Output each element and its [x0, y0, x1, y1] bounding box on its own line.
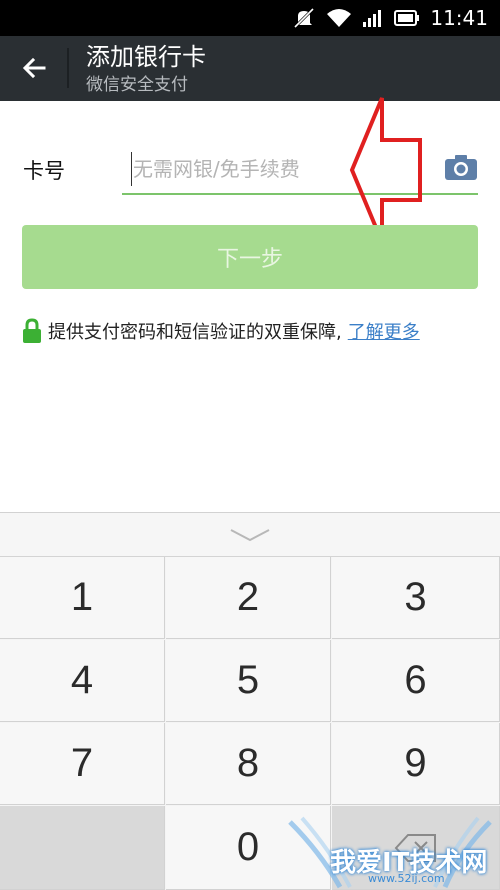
security-text: 提供支付密码和短信验证的双重保障,	[48, 322, 342, 343]
title-bar: 添加银行卡 微信安全支付	[0, 36, 500, 101]
signal-icon	[363, 10, 382, 27]
security-note: 提供支付密码和短信验证的双重保障, 了解更多	[22, 318, 420, 344]
key-8[interactable]: 8	[166, 723, 331, 805]
key-7[interactable]: 7	[0, 723, 165, 805]
key-5[interactable]: 5	[166, 640, 331, 722]
numeric-keyboard: 1 2 3 4 5 6 7 8 9 0	[0, 512, 500, 890]
card-number-label: 卡号	[23, 159, 65, 183]
status-icons: 11:41	[292, 6, 488, 30]
learn-more-link[interactable]: 了解更多	[348, 318, 420, 344]
mute-icon	[294, 7, 315, 29]
key-3[interactable]: 3	[332, 557, 500, 639]
battery-icon	[394, 10, 420, 26]
status-time: 11:41	[430, 6, 488, 30]
keyboard-collapse-bar[interactable]	[0, 513, 500, 557]
back-arrow-icon[interactable]	[18, 52, 50, 84]
watermark-url: www.52ij.com	[368, 872, 445, 885]
title-divider	[67, 48, 69, 88]
next-step-button[interactable]: 下一步	[22, 225, 478, 289]
key-6[interactable]: 6	[332, 640, 500, 722]
lock-icon	[23, 318, 41, 343]
wifi-icon	[327, 9, 352, 27]
input-underline	[122, 193, 478, 195]
key-4[interactable]: 4	[0, 640, 165, 722]
annotation-arrow	[349, 97, 422, 243]
key-9[interactable]: 9	[332, 723, 500, 805]
page-subtitle: 微信安全支付	[86, 75, 188, 95]
page-title: 添加银行卡	[86, 43, 206, 71]
chevron-down-icon[interactable]	[229, 527, 271, 543]
camera-icon[interactable]	[444, 153, 478, 181]
status-bar: 11:41	[0, 0, 500, 36]
key-blank	[0, 806, 165, 890]
text-cursor	[131, 152, 132, 186]
key-2[interactable]: 2	[166, 557, 331, 639]
key-0[interactable]: 0	[166, 806, 331, 890]
key-1[interactable]: 1	[0, 557, 165, 639]
